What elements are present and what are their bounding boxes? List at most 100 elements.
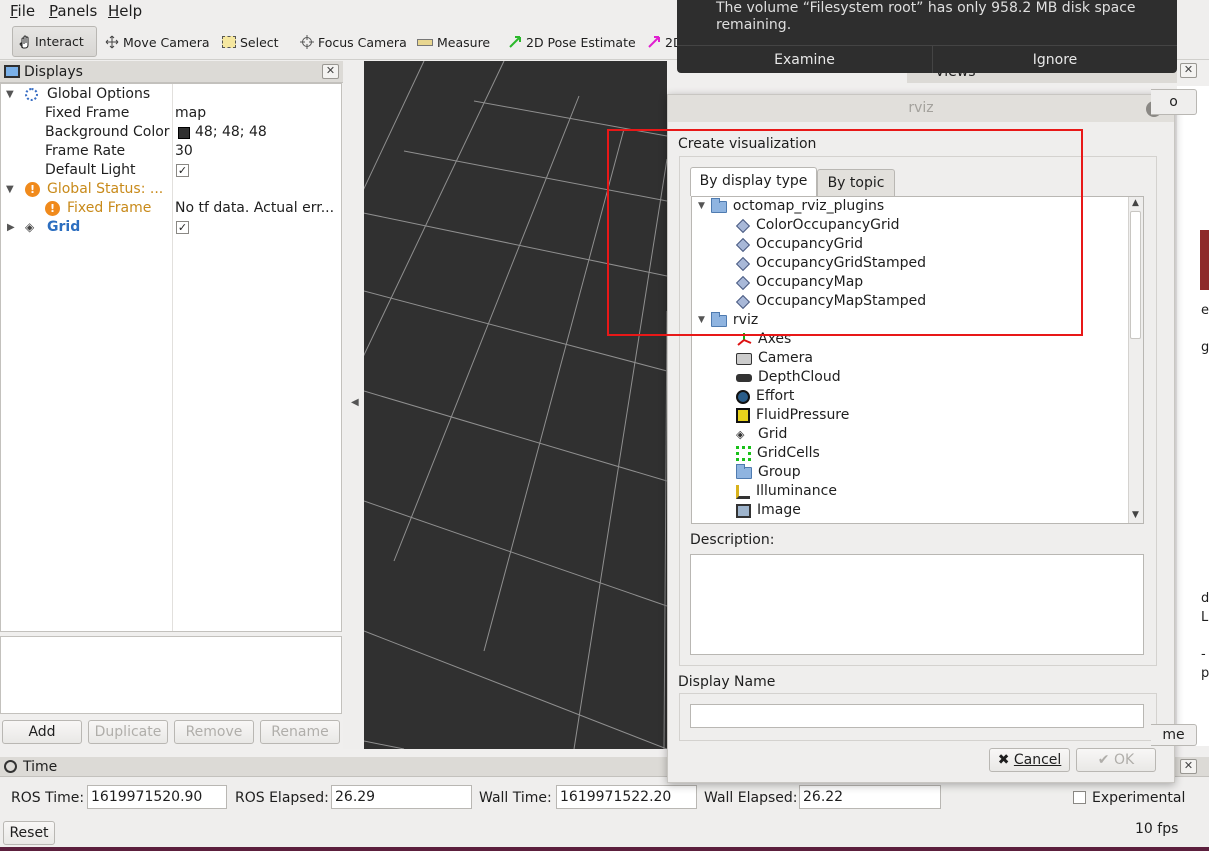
ros-time-label: ROS Time:	[11, 790, 85, 806]
experimental-label: Experimental	[1092, 790, 1186, 806]
status-fixed-frame-row[interactable]: ! Fixed Frame No tf data. Actual err...	[1, 199, 341, 218]
fixed-frame-row[interactable]: Fixed Frame map	[1, 104, 341, 123]
status-fixed-frame-value: No tf data. Actual err...	[175, 200, 335, 216]
list-item-label: DepthCloud	[758, 369, 841, 385]
background-color-row[interactable]: Background Color 48; 48; 48	[1, 123, 341, 142]
examine-button[interactable]: Examine	[677, 45, 933, 73]
warning-icon: !	[45, 201, 60, 216]
grid-row[interactable]: ▶ ◈ Grid ✓	[1, 218, 341, 237]
edge-char: g	[1201, 340, 1209, 355]
experimental-checkbox[interactable]	[1073, 791, 1086, 804]
views-partial-top-button[interactable]: o	[1151, 89, 1197, 115]
global-status-row[interactable]: ▼ ! Global Status: ...	[1, 180, 341, 199]
wall-time-field[interactable]: 1619971522.20	[556, 785, 697, 809]
default-light-row[interactable]: Default Light ✓	[1, 161, 341, 180]
pose-estimate-label: 2D Pose Estimate	[526, 34, 636, 50]
background-color-label: Background Color	[45, 124, 170, 140]
frame-rate-row[interactable]: Frame Rate 30	[1, 142, 341, 161]
global-options-row[interactable]: ▼ Global Options	[1, 85, 341, 104]
scrollbar-thumb[interactable]	[1130, 211, 1141, 339]
duplicate-button[interactable]: Duplicate	[88, 720, 168, 744]
close-icon: ✖	[997, 752, 1010, 768]
time-close-icon[interactable]: ✕	[1180, 759, 1197, 774]
rename-button[interactable]: Rename	[260, 720, 340, 744]
views-partial-button[interactable]: me	[1151, 724, 1197, 746]
remove-button[interactable]: Remove	[174, 720, 254, 744]
default-light-checkbox[interactable]: ✓	[176, 164, 189, 177]
list-scrollbar[interactable]: ▲ ▼	[1128, 197, 1143, 523]
pose-estimate-tool-button[interactable]: 2D Pose Estimate	[504, 31, 640, 53]
expand-right-icon[interactable]: ▶	[7, 218, 15, 237]
wall-elapsed-label: Wall Elapsed:	[704, 790, 798, 806]
list-item-label: Camera	[758, 350, 813, 366]
scroll-down-icon[interactable]: ▼	[1132, 510, 1139, 520]
display-description-area	[0, 636, 342, 714]
grid-icon: ◈	[25, 220, 35, 234]
display-name-input[interactable]	[690, 704, 1144, 728]
expand-down-icon[interactable]: ▼	[6, 180, 14, 199]
fixed-frame-label: Fixed Frame	[45, 105, 130, 121]
desktop-edge	[1200, 230, 1209, 290]
move-camera-tool-button[interactable]: Move Camera	[101, 31, 214, 53]
list-item[interactable]: DepthCloud	[736, 368, 841, 387]
edge-char: L	[1201, 610, 1209, 625]
folder-icon	[736, 463, 752, 479]
edge-char: p	[1201, 666, 1209, 681]
grid-checkbox[interactable]: ✓	[176, 221, 189, 234]
expand-down-icon[interactable]: ▼	[6, 85, 14, 104]
list-item-label: Image	[757, 502, 801, 518]
views-partial-top-label: o	[1169, 94, 1178, 110]
interact-tool-button[interactable]: Interact	[12, 26, 97, 57]
wall-elapsed-field[interactable]: 26.22	[799, 785, 941, 809]
time-title: Time	[23, 758, 58, 775]
select-label: Select	[240, 34, 279, 50]
focus-camera-tool-button[interactable]: Focus Camera	[296, 31, 411, 53]
views-partial-label: me	[1162, 727, 1185, 743]
hand-pointer-icon	[17, 35, 31, 49]
menu-help[interactable]: Help	[108, 2, 142, 20]
description-box	[690, 554, 1144, 655]
list-item[interactable]: Group	[736, 463, 801, 482]
list-item[interactable]: FluidPressure	[736, 406, 849, 425]
status-fixed-frame-label: Fixed Frame	[67, 200, 152, 216]
list-item[interactable]: Image	[736, 501, 801, 520]
ros-elapsed-field[interactable]: 26.29	[331, 785, 472, 809]
crosshair-icon	[300, 35, 314, 49]
list-item[interactable]: GridCells	[736, 444, 820, 463]
fixed-frame-value[interactable]: map	[175, 104, 206, 123]
ros-time-field[interactable]: 1619971520.90	[87, 785, 227, 809]
measure-tool-button[interactable]: Measure	[413, 31, 494, 53]
background-color-value[interactable]: 48; 48; 48	[195, 123, 267, 142]
menu-panels[interactable]: Panels	[49, 2, 97, 20]
select-tool-button[interactable]: Select	[218, 31, 283, 53]
list-item[interactable]: ◈ Grid	[736, 425, 787, 444]
displays-close-icon[interactable]: ✕	[322, 64, 339, 79]
move-camera-label: Move Camera	[123, 34, 210, 50]
ok-button[interactable]: ✔ OK	[1076, 748, 1156, 772]
effort-icon	[736, 389, 750, 404]
collapse-left-icon[interactable]: ◀	[351, 397, 359, 408]
cancel-button[interactable]: ✖ Cancel	[989, 748, 1070, 772]
ignore-button[interactable]: Ignore	[933, 45, 1177, 73]
list-item[interactable]: Illuminance	[736, 482, 837, 501]
reset-button[interactable]: Reset	[3, 821, 55, 845]
edge-char: d	[1201, 591, 1209, 606]
list-item-label: Effort	[756, 388, 795, 404]
add-button[interactable]: Add	[2, 720, 82, 744]
dialog-title: rviz	[668, 95, 1174, 122]
splitter[interactable]: ◀	[343, 61, 364, 749]
frame-rate-value[interactable]: 30	[175, 142, 193, 161]
color-swatch[interactable]	[178, 127, 190, 139]
list-item[interactable]: Effort	[736, 387, 794, 406]
views-close-icon[interactable]: ✕	[1180, 63, 1197, 78]
grid-cells-icon	[736, 446, 751, 461]
list-item-label: Illuminance	[756, 483, 837, 499]
global-status-label: Global Status: ...	[47, 181, 164, 197]
menu-file[interactable]: File	[10, 2, 35, 20]
monitor-icon	[4, 65, 20, 78]
default-light-label: Default Light	[45, 162, 136, 178]
depth-sensor-icon	[736, 373, 752, 382]
grid-label: Grid	[47, 219, 81, 235]
list-item[interactable]: Camera	[736, 349, 813, 368]
scroll-up-icon[interactable]: ▲	[1132, 198, 1139, 208]
